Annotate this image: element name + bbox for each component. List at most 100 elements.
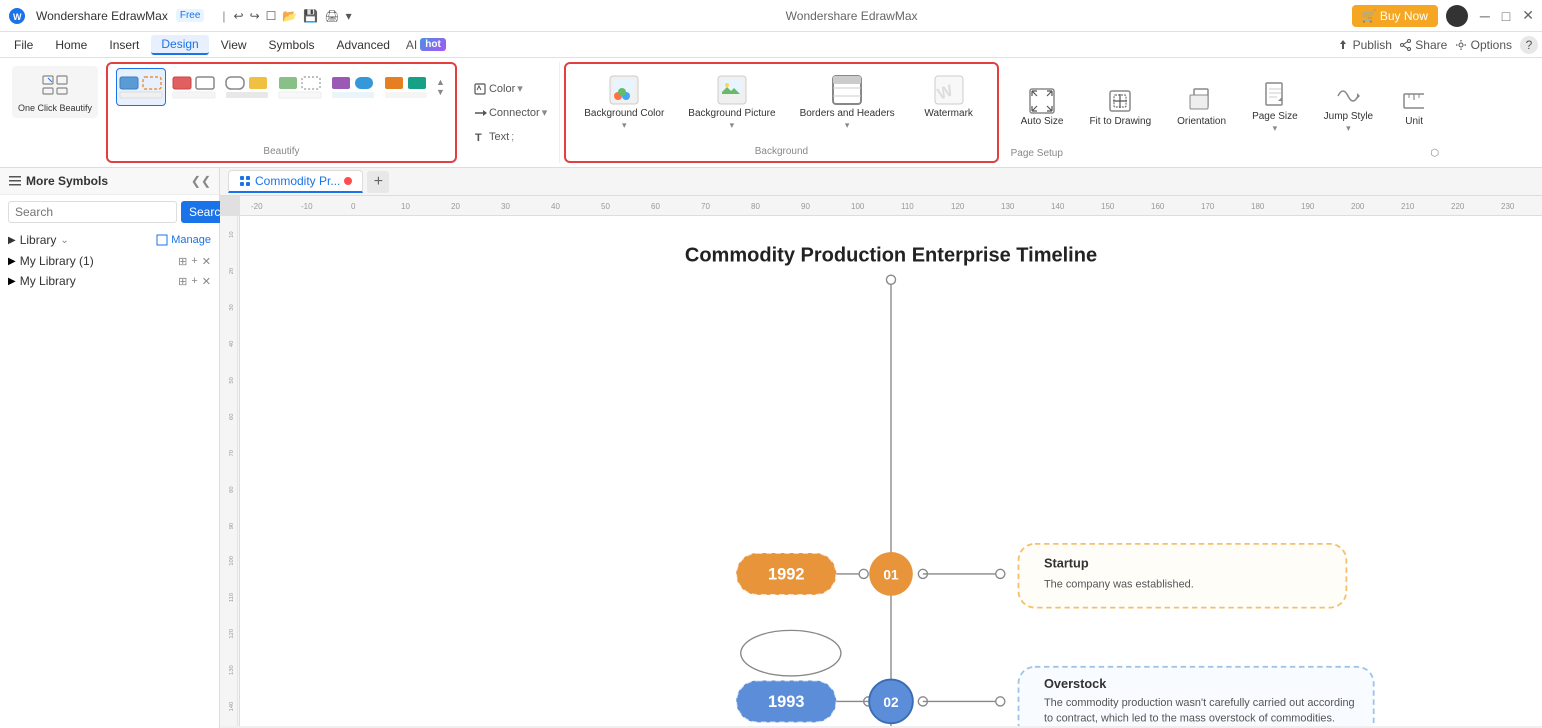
search-input[interactable] bbox=[8, 201, 177, 223]
auto-size-btn[interactable]: Auto Size bbox=[1011, 82, 1074, 132]
menu-insert[interactable]: Insert bbox=[99, 36, 149, 54]
menu-design[interactable]: Design bbox=[151, 35, 208, 55]
ruler-left: 10 20 30 40 50 60 70 80 90 100 110 120 1… bbox=[220, 216, 240, 726]
page-size-btn[interactable]: Page Size ▾ bbox=[1242, 77, 1308, 138]
menu-view[interactable]: View bbox=[211, 36, 257, 54]
my-library-2-remove[interactable]: ✕ bbox=[202, 275, 211, 288]
format-section: Color ▾ Connector ▾ T Text ; bbox=[461, 62, 560, 163]
diagram-title: Commodity Production Enterprise Timeline bbox=[685, 245, 1097, 267]
sidebar-collapse-btn[interactable]: ❮❮ bbox=[191, 174, 211, 188]
svg-text:W: W bbox=[13, 12, 22, 22]
unit-btn[interactable]: Unit bbox=[1389, 82, 1439, 132]
beautify-section: ▲ ▼ Beautify bbox=[106, 62, 457, 163]
svg-text:210: 210 bbox=[1401, 202, 1415, 211]
quick-access-icons: ↩ ↪ ☐ 📂 💾 🖨 ▾ bbox=[234, 9, 352, 23]
workspace: More Symbols ❮❮ Search ▶ Library ⌄ Manag… bbox=[0, 168, 1542, 726]
buy-now-button[interactable]: 🛒 Buy Now bbox=[1352, 5, 1438, 27]
beautify-style-2[interactable] bbox=[169, 69, 219, 105]
text-format-btn[interactable]: T Text ; bbox=[469, 128, 551, 146]
menu-advanced[interactable]: Advanced bbox=[327, 36, 400, 54]
conn-1992-dot-left bbox=[859, 569, 868, 578]
background-color-btn[interactable]: Background Color ▾ bbox=[574, 68, 674, 135]
menu-symbols[interactable]: Symbols bbox=[259, 36, 325, 54]
print-btn[interactable]: 🖨 bbox=[324, 9, 339, 23]
fit-to-drawing-btn[interactable]: Fit to Drawing bbox=[1079, 82, 1161, 132]
conn-01-dot-right2 bbox=[996, 569, 1005, 578]
close-btn[interactable]: ✕ bbox=[1522, 7, 1534, 24]
svg-text:30: 30 bbox=[229, 304, 235, 310]
menu-home[interactable]: Home bbox=[45, 36, 97, 54]
svg-text:10: 10 bbox=[229, 231, 235, 237]
title-bar-left: W Wondershare EdrawMax Free | ↩ ↪ ☐ 📂 💾 … bbox=[8, 7, 352, 25]
one-click-beautify-btn[interactable]: One Click Beautify bbox=[12, 66, 98, 118]
redo-btn[interactable]: ↪ bbox=[250, 9, 260, 23]
orientation-btn[interactable]: Orientation bbox=[1167, 82, 1236, 132]
svg-text:150: 150 bbox=[1101, 202, 1115, 211]
svg-text:190: 190 bbox=[1301, 202, 1315, 211]
my-library-2-copy[interactable]: ⊞ bbox=[178, 275, 187, 288]
new-btn[interactable]: ☐ bbox=[266, 9, 277, 23]
info-title-01: Startup bbox=[1044, 556, 1089, 571]
maximize-btn[interactable]: □ bbox=[1502, 8, 1510, 24]
beautify-style-5[interactable] bbox=[328, 69, 378, 105]
beautify-style-4[interactable] bbox=[275, 69, 325, 105]
ruler-top: -20 -10 0 10 20 30 40 50 60 70 80 90 100… bbox=[240, 196, 1542, 216]
canvas-area: Commodity Pr... + -20 -10 0 10 20 30 bbox=[220, 168, 1542, 726]
svg-text:140: 140 bbox=[1051, 202, 1065, 211]
page-setup-section: Auto Size Fit to Drawing Orientation bbox=[1003, 62, 1447, 163]
svg-text:200: 200 bbox=[1351, 202, 1365, 211]
svg-text:0: 0 bbox=[351, 202, 356, 211]
tab-unsaved-dot bbox=[344, 177, 352, 185]
info-title-02: Overstock bbox=[1044, 676, 1107, 691]
svg-text:80: 80 bbox=[229, 486, 235, 492]
timeline-top-dot bbox=[886, 275, 895, 284]
connector-btn[interactable]: Connector ▾ bbox=[469, 104, 551, 122]
search-row: Search bbox=[0, 195, 219, 229]
save-btn[interactable]: 💾 bbox=[303, 9, 318, 23]
svg-text:-20: -20 bbox=[251, 202, 263, 211]
jump-style-btn[interactable]: Jump Style ▾ bbox=[1314, 77, 1383, 138]
watermark-btn[interactable]: W Watermark bbox=[909, 68, 989, 135]
background-label: Background bbox=[755, 142, 808, 157]
user-avatar[interactable] bbox=[1446, 5, 1468, 27]
ai-menu[interactable]: AI hot bbox=[406, 38, 446, 52]
svg-text:130: 130 bbox=[229, 665, 235, 675]
beautify-style-3[interactable] bbox=[222, 69, 272, 105]
manage-btn[interactable]: Manage bbox=[156, 234, 211, 246]
my-library-1-add[interactable]: + bbox=[191, 255, 197, 268]
beautify-style-6[interactable] bbox=[381, 69, 431, 105]
num-02-text: 02 bbox=[883, 695, 899, 710]
library-label: ▶ Library ⌄ bbox=[8, 233, 69, 247]
add-tab-btn[interactable]: + bbox=[367, 171, 389, 193]
borders-headers-btn[interactable]: Borders and Headers ▾ bbox=[790, 68, 905, 135]
page-setup-expand[interactable]: ⬡ bbox=[1430, 148, 1439, 159]
conn-02-dot2 bbox=[996, 697, 1005, 706]
canvas-with-rulers: -20 -10 0 10 20 30 40 50 60 70 80 90 100… bbox=[220, 196, 1542, 726]
beautify-style-1[interactable] bbox=[116, 68, 166, 106]
svg-text:20: 20 bbox=[451, 202, 460, 211]
color-btn[interactable]: Color ▾ bbox=[469, 80, 551, 98]
options-btn[interactable]: Options bbox=[1455, 38, 1512, 52]
svg-text:130: 130 bbox=[1001, 202, 1015, 211]
beautify-label: Beautify bbox=[263, 142, 299, 157]
ai-hot-badge: hot bbox=[420, 38, 446, 51]
beautify-scroll-up[interactable]: ▲ ▼ bbox=[434, 75, 447, 99]
background-picture-btn[interactable]: Background Picture ▾ bbox=[678, 68, 785, 135]
svg-text:120: 120 bbox=[229, 629, 235, 639]
svg-text:90: 90 bbox=[801, 202, 810, 211]
share-btn[interactable]: Share bbox=[1400, 38, 1447, 52]
help-btn[interactable]: ? bbox=[1520, 36, 1538, 54]
publish-btn[interactable]: Publish bbox=[1337, 38, 1392, 52]
my-library-2-add[interactable]: + bbox=[191, 275, 197, 288]
canvas-content[interactable]: Commodity Production Enterprise Timeline… bbox=[240, 216, 1542, 726]
active-tab[interactable]: Commodity Pr... bbox=[228, 170, 363, 193]
my-library-1-remove[interactable]: ✕ bbox=[202, 255, 211, 268]
open-btn[interactable]: 📂 bbox=[282, 9, 297, 23]
empty-oval bbox=[741, 630, 841, 676]
svg-text:70: 70 bbox=[229, 450, 235, 456]
app-logo: W bbox=[8, 7, 28, 25]
undo-btn[interactable]: ↩ bbox=[234, 9, 244, 23]
my-library-1-copy[interactable]: ⊞ bbox=[178, 255, 187, 268]
minimize-btn[interactable]: ─ bbox=[1480, 8, 1490, 24]
menu-file[interactable]: File bbox=[4, 36, 43, 54]
